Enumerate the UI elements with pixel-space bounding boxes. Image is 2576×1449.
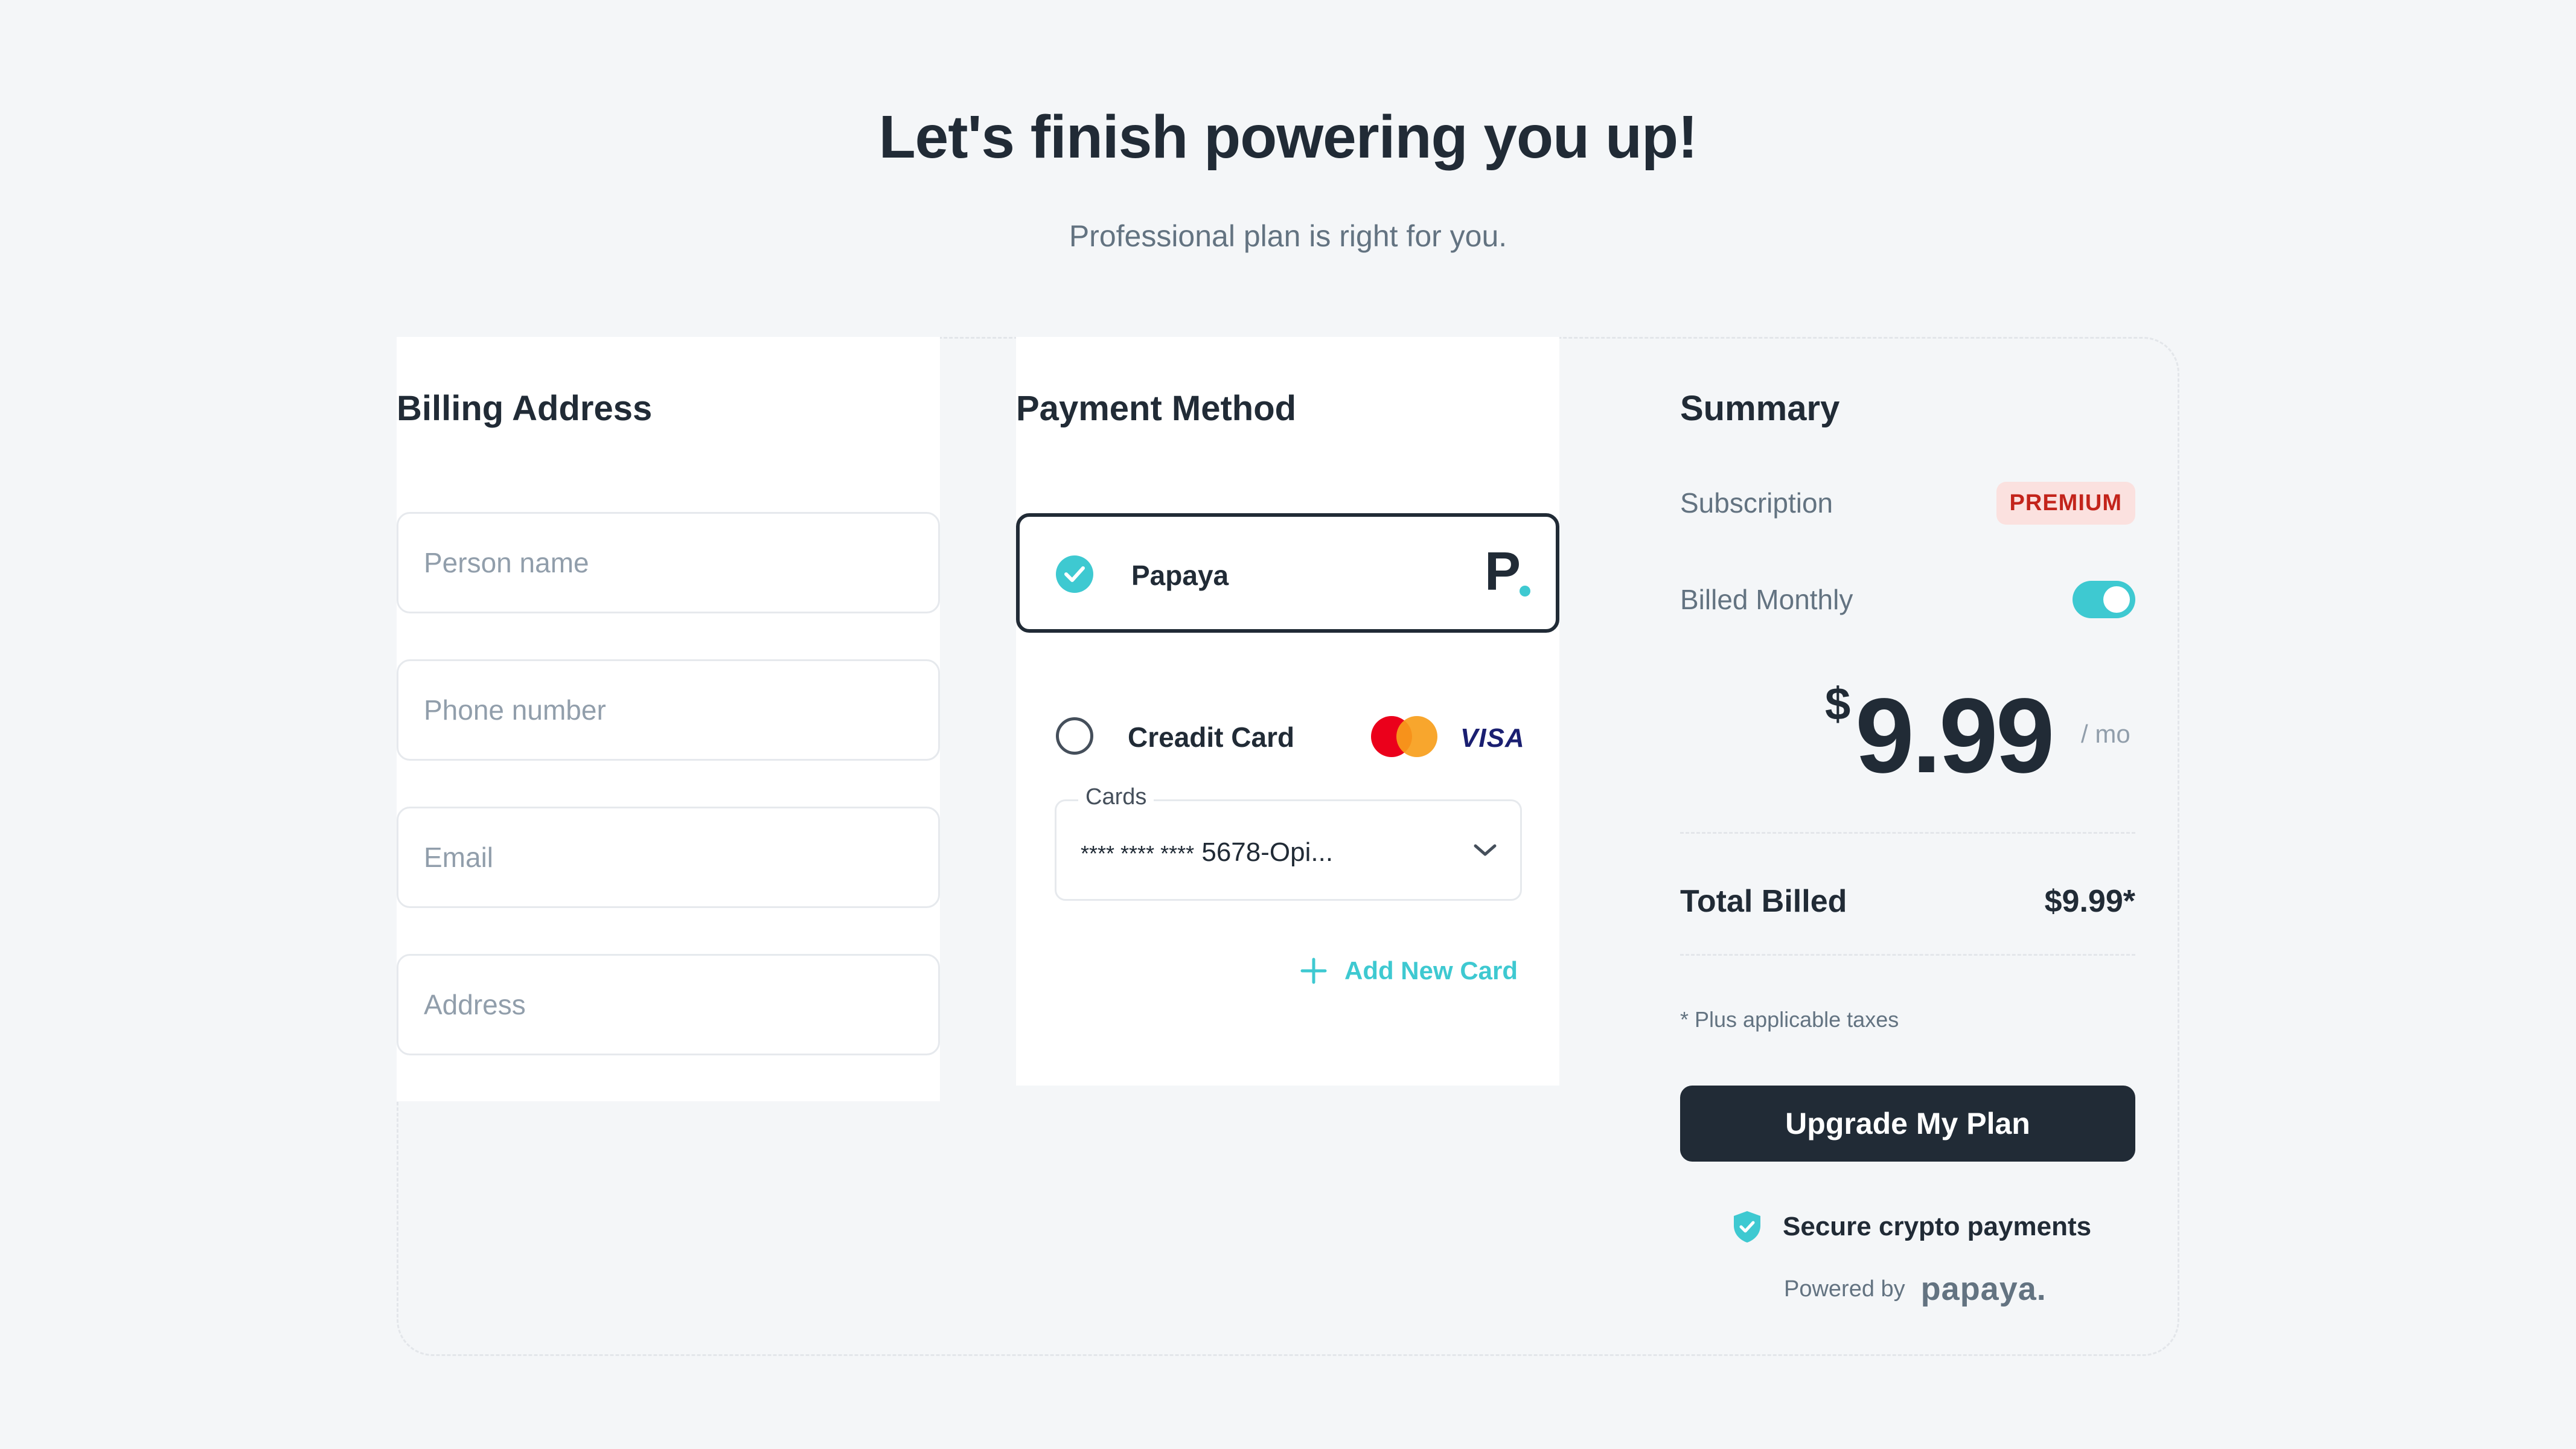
address-field[interactable]: Address [397, 954, 940, 1055]
payment-option-papaya[interactable]: Papaya P [1016, 513, 1559, 633]
summary-section: Summary Subscription PREMIUM Billed Mont… [1680, 337, 2135, 1356]
tax-note: * Plus applicable taxes [1680, 1007, 1899, 1032]
divider [1680, 832, 2135, 834]
secure-payments-label: Secure crypto payments [1783, 1212, 2092, 1241]
total-billed-label: Total Billed [1680, 884, 1847, 919]
secure-payments-note: Secure crypto payments [1732, 1210, 2091, 1244]
subscription-label: Subscription [1680, 487, 1833, 519]
total-billed-row: Total Billed $9.99* [1680, 877, 2135, 926]
status-badge: PREMIUM [1996, 481, 2135, 525]
price-period: / mo [2081, 720, 2130, 748]
phone-number-field[interactable]: Phone number [397, 659, 940, 761]
payment-method-section: Payment Method Papaya P Creadit Card VIS… [1016, 337, 1559, 1086]
billing-address-title: Billing Address [397, 389, 653, 428]
visa-logo-icon: VISA [1460, 723, 1525, 753]
shield-icon [1734, 1211, 1760, 1243]
card-mask: **** **** **** [1081, 841, 1195, 866]
credit-card-option-label: Creadit Card [1128, 721, 1295, 753]
billed-monthly-toggle[interactable] [2073, 581, 2135, 618]
page-subtitle: Professional plan is right for you. [1069, 219, 1507, 253]
cards-select-value: **** **** **** 5678-Opi... [1081, 837, 1333, 868]
payment-option-credit-card[interactable]: Creadit Card VISA [1016, 699, 1559, 772]
powered-by-label: Powered by [1784, 1276, 1905, 1302]
email-field[interactable]: Email [397, 807, 940, 908]
upgrade-plan-button[interactable]: Upgrade My Plan [1680, 1086, 2135, 1162]
powered-by: Powered by papaya. [1784, 1270, 2047, 1308]
cards-select-label: Cards [1078, 784, 1154, 810]
mastercard-logo-icon [1371, 716, 1437, 757]
add-new-card-label: Add New Card [1344, 956, 1518, 985]
total-billed-value: $9.99* [2044, 884, 2135, 919]
page-title: Let's finish powering you up! [878, 103, 1698, 171]
radio-checked-icon[interactable] [1056, 555, 1093, 593]
card-separator: - [1261, 837, 1270, 867]
summary-title: Summary [1680, 389, 1840, 428]
card-number: 5678 [1201, 837, 1261, 867]
papaya-logo-icon: P [1485, 542, 1533, 603]
price-currency: $ [1825, 679, 1851, 730]
add-new-card-button[interactable]: Add New Card [1300, 953, 1518, 989]
person-name-field[interactable]: Person name [397, 512, 940, 613]
chevron-down-icon [1474, 844, 1497, 856]
divider [1680, 954, 2135, 956]
check-icon [1064, 566, 1085, 582]
billing-address-section: Billing Address Person name Phone number… [397, 337, 940, 1101]
cards-select[interactable]: Cards **** **** **** 5678-Opi... [1055, 784, 1522, 901]
billed-monthly-label: Billed Monthly [1680, 584, 1853, 615]
papaya-logo-letter: P [1485, 542, 1521, 602]
card-name: Opi... [1269, 837, 1334, 867]
price-value: 9.99 [1855, 677, 2055, 795]
subscription-row: Subscription PREMIUM [1680, 479, 2135, 527]
payment-method-title: Payment Method [1016, 389, 1297, 428]
radio-unchecked-icon[interactable] [1056, 717, 1093, 755]
papaya-option-label: Papaya [1131, 560, 1229, 591]
billed-monthly-row: Billed Monthly [1680, 575, 2135, 624]
papaya-brand-logo: papaya. [1920, 1271, 2047, 1307]
plus-icon [1300, 958, 1327, 984]
